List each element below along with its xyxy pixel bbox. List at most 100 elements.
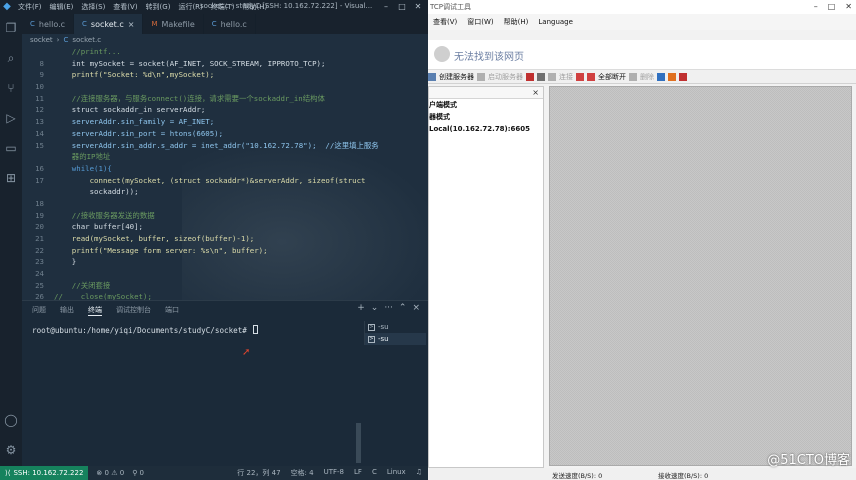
panel-tab-output[interactable]: 输出 — [60, 305, 74, 315]
code-line[interactable]: 23 } — [22, 256, 428, 268]
language-mode[interactable]: C — [372, 468, 377, 478]
code-line[interactable]: sockaddr)); — [22, 186, 428, 198]
close-pane-icon[interactable]: × — [532, 88, 539, 97]
connect-icon — [548, 72, 556, 81]
platform[interactable]: Linux — [387, 468, 406, 478]
delete-button[interactable]: 删除 — [640, 72, 654, 82]
more-icon[interactable]: ··· — [384, 303, 393, 313]
settings-gear-icon[interactable]: ⚙ — [3, 442, 19, 458]
extensions-icon[interactable]: ⊞ — [3, 170, 19, 186]
menu-help[interactable]: 帮助(H) — [499, 17, 534, 27]
code-line[interactable]: 17 connect(mySocket, (struct sockaddr*)&… — [22, 175, 428, 187]
tree-item-server-mode[interactable]: 器模式 — [429, 111, 543, 123]
tcp-tool-title: TCP调试工具 — [430, 3, 471, 11]
line-text: //关闭套接 — [54, 280, 111, 290]
breadcrumb-folder[interactable]: socket — [30, 36, 53, 44]
code-line[interactable]: 13 serverAddr.sin_family = AF_INET; — [22, 116, 428, 128]
code-line[interactable]: //printf... — [22, 46, 428, 58]
create-server-button[interactable]: 创建服务器 — [439, 72, 474, 82]
code-line[interactable]: 21 read(mySocket, buffer, sizeof(buffer)… — [22, 233, 428, 245]
tree-item-local-server[interactable]: Local(10.162.72.78):6605 — [429, 123, 543, 135]
code-line[interactable]: 12 struct sockaddr_in serverAddr; — [22, 104, 428, 116]
terminal-output[interactable]: root@ubuntu:/home/yiqi/Documents/studyC/… — [32, 325, 259, 335]
code-line[interactable]: 11 //连接服务器，与服务connect()连接，请求需要一个sockaddr… — [22, 93, 428, 105]
code-line[interactable]: 8 int mySocket = socket(AF_INET, SOCK_ST… — [22, 58, 428, 70]
code-editor[interactable]: //printf... 8 int mySocket = socket(AF_IN… — [22, 46, 428, 300]
end-of-line[interactable]: LF — [354, 468, 362, 478]
maximize-panel-icon[interactable]: ⌃ — [399, 303, 407, 313]
terminal-item[interactable]: > -su — [365, 321, 426, 333]
menu-language[interactable]: Language — [533, 18, 578, 26]
maximize-icon[interactable]: □ — [394, 0, 410, 14]
tab-socket-c[interactable]: C socket.c × — [74, 14, 144, 34]
code-line[interactable]: 14 serverAddr.sin_port = htons(6605); — [22, 128, 428, 140]
code-line[interactable]: 16 while(1){ — [22, 163, 428, 175]
account-icon[interactable]: ◯ — [3, 412, 19, 428]
problems-indicator[interactable]: ⊗ 0 ⚠ 0 — [96, 469, 124, 477]
tab-hello-c-2[interactable]: C hello.c — [204, 14, 256, 34]
indentation[interactable]: 空格: 4 — [291, 468, 314, 478]
menu-goto[interactable]: 转到(G) — [142, 2, 175, 12]
code-line[interactable]: 器的IP地址 — [22, 151, 428, 163]
encoding[interactable]: UTF-8 — [324, 468, 344, 478]
chevron-down-icon[interactable]: ⌄ — [371, 303, 379, 313]
minimize-icon[interactable]: – — [814, 0, 818, 14]
cursor-position[interactable]: 行 22，列 47 — [237, 468, 280, 478]
code-line[interactable]: 26 // close(mySocket); — [22, 291, 428, 300]
code-line[interactable]: 25 //关闭套接 — [22, 280, 428, 292]
explorer-icon[interactable]: ❐ — [3, 20, 19, 36]
run-debug-icon[interactable]: ▷ — [3, 110, 19, 126]
source-control-icon[interactable]: ⑂ — [3, 80, 19, 96]
panel-tab-problems[interactable]: 问题 — [32, 305, 46, 315]
code-line[interactable]: 20 char buffer[40]; — [22, 221, 428, 233]
terminal-item[interactable]: > -su — [365, 333, 426, 345]
disconnect-all-button[interactable]: 全部断开 — [598, 72, 626, 82]
remote-explorer-icon[interactable]: ▭ — [3, 140, 19, 156]
menu-view[interactable]: 查看(V) — [109, 2, 141, 12]
code-line[interactable]: 19 //接收服务器发送的数据 — [22, 210, 428, 222]
code-line[interactable]: 18 — [22, 198, 428, 210]
menu-edit[interactable]: 编辑(E) — [46, 2, 78, 12]
maximize-icon[interactable]: □ — [828, 0, 836, 14]
stop-icon[interactable] — [526, 72, 534, 81]
window-icon[interactable] — [657, 72, 665, 81]
breadcrumb-file[interactable]: socket.c — [72, 36, 101, 44]
menu-window[interactable]: 窗口(W) — [462, 17, 498, 27]
tool-icon[interactable] — [668, 72, 676, 81]
line-number: 15 — [35, 140, 44, 150]
code-line[interactable]: 9 printf("Socket: %d\n",mySocket); — [22, 69, 428, 81]
close-icon[interactable]: ✕ — [845, 0, 852, 14]
line-text: while(1){ — [54, 163, 112, 173]
minimize-icon[interactable]: – — [378, 0, 394, 14]
code-line[interactable]: 22 printf("Message form server: %s\n", b… — [22, 245, 428, 257]
ports-indicator[interactable]: ⚲ 0 — [132, 469, 144, 477]
tab-makefile[interactable]: M Makefile — [143, 14, 204, 34]
panel-tab-ports[interactable]: 端口 — [165, 305, 179, 315]
menu-view[interactable]: 查看(V) — [428, 17, 462, 27]
menu-file[interactable]: 文件(F) — [14, 2, 46, 12]
remote-indicator[interactable]: ⟩⟨ SSH: 10.162.72.222 — [0, 466, 89, 480]
terminal-scrollbar[interactable] — [356, 423, 361, 463]
panel-tab-terminal[interactable]: 终端 — [88, 305, 102, 316]
code-line[interactable]: 24 — [22, 268, 428, 280]
new-terminal-icon[interactable]: + — [357, 303, 365, 313]
tree-item-client-mode[interactable]: 户端模式 — [429, 99, 543, 111]
start-server-button[interactable]: 启动服务器 — [488, 72, 523, 82]
menu-select[interactable]: 选择(S) — [77, 2, 109, 12]
notifications-bell-icon[interactable]: ♫ — [416, 468, 422, 478]
exit-icon[interactable] — [679, 72, 687, 81]
line-text: // close(mySocket); — [54, 292, 152, 300]
close-icon[interactable]: ✕ — [410, 0, 426, 14]
tab-close-icon[interactable]: × — [128, 20, 135, 29]
record-icon[interactable] — [537, 72, 545, 81]
search-icon[interactable]: ⌕ — [3, 50, 19, 66]
code-line[interactable]: 10 — [22, 81, 428, 93]
delete-icon — [629, 72, 637, 81]
code-line[interactable]: 15 serverAddr.sin_addr.s_addr = inet_add… — [22, 140, 428, 152]
terminal-icon: > — [368, 323, 375, 331]
panel-tab-debug-console[interactable]: 调试控制台 — [116, 305, 151, 315]
status-right: 行 22，列 47 空格: 4 UTF-8 LF C Linux ♫ — [237, 468, 422, 478]
close-panel-icon[interactable]: × — [412, 303, 420, 313]
connect-button[interactable]: 连接 — [559, 72, 573, 82]
tab-hello-c[interactable]: C hello.c — [22, 14, 75, 34]
